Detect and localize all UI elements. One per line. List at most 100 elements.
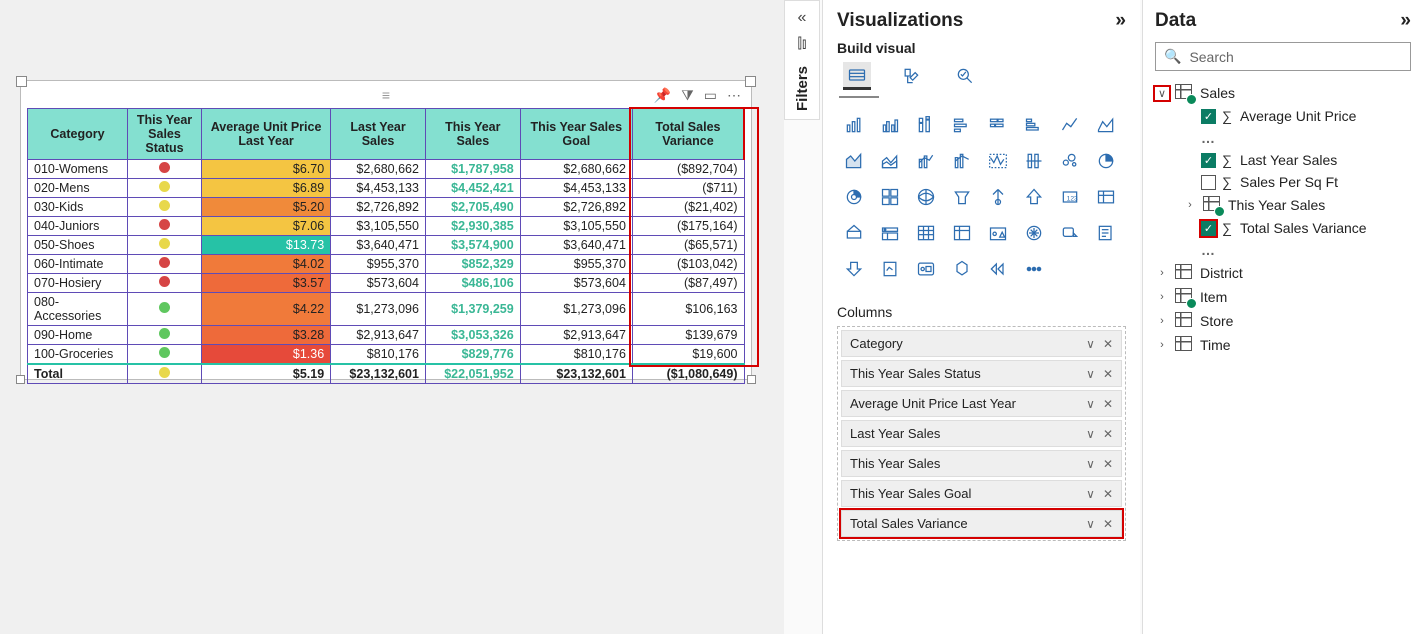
viz-type-button[interactable] <box>1053 144 1087 178</box>
chevron-down-icon[interactable]: ∨ <box>1086 517 1095 531</box>
chevron-right-icon[interactable]: › <box>1155 315 1169 327</box>
table-row[interactable]: 040-Juniors$7.06$3,105,550$2,930,385$3,1… <box>28 216 745 235</box>
table-district[interactable]: › District <box>1155 261 1411 285</box>
table-row[interactable]: 070-Hosiery$3.57$573,604$486,106$573,604… <box>28 273 745 292</box>
chevron-down-icon[interactable]: ∨ <box>1086 337 1095 351</box>
viz-type-button[interactable] <box>1053 216 1087 250</box>
checkbox-icon[interactable]: ✓ <box>1201 109 1216 124</box>
viz-type-button[interactable] <box>873 252 907 286</box>
viz-type-button[interactable] <box>837 180 871 214</box>
chevron-down-icon[interactable]: ∨ <box>1086 367 1095 381</box>
report-canvas[interactable]: ≡ 📌 ⧩ ▭ ⋯ Category This Year Sales Statu… <box>0 0 784 634</box>
search-input[interactable]: 🔍 Search <box>1155 42 1411 71</box>
checkbox-icon[interactable] <box>1201 175 1216 190</box>
more-icon[interactable]: … <box>1155 127 1411 149</box>
viz-type-button[interactable] <box>945 216 979 250</box>
field-pill[interactable]: Category ∨ ✕ <box>841 330 1122 357</box>
filters-pane-collapsed[interactable]: « ⫿⫾ Filters <box>784 0 820 120</box>
viz-type-button[interactable] <box>873 108 907 142</box>
remove-field-icon[interactable]: ✕ <box>1103 457 1113 471</box>
viz-type-button[interactable] <box>909 252 943 286</box>
viz-type-button[interactable] <box>873 216 907 250</box>
focus-icon[interactable]: ▭ <box>704 87 717 104</box>
viz-type-button[interactable] <box>909 180 943 214</box>
filter-icon[interactable]: ⧩ <box>681 87 694 104</box>
viz-type-button[interactable] <box>1017 144 1051 178</box>
checkbox-icon[interactable]: ✓ <box>1201 221 1216 236</box>
chevron-down-icon[interactable]: ∨ <box>1155 87 1169 100</box>
viz-type-button[interactable] <box>981 180 1015 214</box>
table-store[interactable]: › Store <box>1155 309 1411 333</box>
remove-field-icon[interactable]: ✕ <box>1103 337 1113 351</box>
viz-type-button[interactable] <box>1017 180 1051 214</box>
drag-handle-icon[interactable]: ≡ <box>382 87 390 103</box>
table-time[interactable]: › Time <box>1155 333 1411 357</box>
more-icon[interactable]: … <box>1155 239 1411 261</box>
collapse-viz-icon[interactable]: » <box>1115 10 1126 32</box>
viz-type-button[interactable] <box>945 252 979 286</box>
build-tab-fields[interactable] <box>843 62 871 90</box>
field-average-unit-price[interactable]: ✓ Average Unit Price <box>1155 105 1411 127</box>
chevron-right-icon[interactable]: › <box>1155 339 1169 351</box>
table-visual-container[interactable]: ≡ 📌 ⧩ ▭ ⋯ Category This Year Sales Statu… <box>20 80 752 380</box>
col-header[interactable]: Last Year Sales <box>331 108 426 159</box>
table-sales[interactable]: ∨ Sales <box>1155 81 1411 105</box>
chevron-down-icon[interactable]: ∨ <box>1086 487 1095 501</box>
field-pill[interactable]: Average Unit Price Last Year ∨ ✕ <box>841 390 1122 417</box>
table-row[interactable]: 050-Shoes$13.73$3,640,471$3,574,900$3,64… <box>28 235 745 254</box>
viz-type-button[interactable] <box>945 180 979 214</box>
remove-field-icon[interactable]: ✕ <box>1103 397 1113 411</box>
field-pill[interactable]: Last Year Sales ∨ ✕ <box>841 420 1122 447</box>
viz-type-button[interactable] <box>1017 216 1051 250</box>
viz-type-button[interactable]: 123 <box>1053 180 1087 214</box>
viz-type-button[interactable] <box>1017 252 1051 286</box>
table-row[interactable]: 100-Groceries$1.36$810,176$829,776$810,1… <box>28 344 745 364</box>
pin-icon[interactable]: 📌 <box>654 87 671 104</box>
field-sales-per-sq-ft[interactable]: Sales Per Sq Ft <box>1155 171 1411 193</box>
checkbox-icon[interactable]: ✓ <box>1201 153 1216 168</box>
field-pill[interactable]: This Year Sales ∨ ✕ <box>841 450 1122 477</box>
viz-type-button[interactable] <box>837 252 871 286</box>
field-total-sales-variance[interactable]: ✓ Total Sales Variance <box>1155 217 1411 239</box>
viz-type-button[interactable] <box>909 108 943 142</box>
chevron-right-icon[interactable]: › <box>1183 199 1197 211</box>
viz-type-button[interactable] <box>837 108 871 142</box>
expand-filters-icon[interactable]: « <box>798 9 807 27</box>
remove-field-icon[interactable]: ✕ <box>1103 427 1113 441</box>
field-this-year-sales[interactable]: › This Year Sales <box>1155 193 1411 217</box>
remove-field-icon[interactable]: ✕ <box>1103 517 1113 531</box>
col-header[interactable]: Total Sales Variance <box>632 108 744 159</box>
col-header[interactable]: This Year Sales Goal <box>520 108 632 159</box>
table-row[interactable]: 020-Mens$6.89$4,453,133$4,452,421$4,453,… <box>28 178 745 197</box>
table-row[interactable]: 090-Home$3.28$2,913,647$3,053,326$2,913,… <box>28 325 745 344</box>
build-tab-analytics[interactable] <box>951 62 979 90</box>
viz-type-button[interactable] <box>1089 180 1123 214</box>
viz-type-button[interactable] <box>1089 216 1123 250</box>
more-icon[interactable]: ⋯ <box>727 87 741 104</box>
col-header[interactable]: Average Unit Price Last Year <box>202 108 331 159</box>
col-header[interactable]: This Year Sales Status <box>128 108 202 159</box>
viz-type-button[interactable] <box>981 144 1015 178</box>
field-pill[interactable]: This Year Sales Goal ∨ ✕ <box>841 480 1122 507</box>
collapse-data-icon[interactable]: » <box>1400 10 1411 32</box>
table-row[interactable]: 080-Accessories$4.22$1,273,096$1,379,259… <box>28 292 745 325</box>
table-row[interactable]: 010-Womens$6.70$2,680,662$1,787,958$2,68… <box>28 159 745 178</box>
viz-type-button[interactable] <box>837 144 871 178</box>
field-pill[interactable]: Total Sales Variance ∨ ✕ <box>841 510 1122 537</box>
viz-type-button[interactable] <box>1017 108 1051 142</box>
viz-type-button[interactable] <box>909 144 943 178</box>
chevron-down-icon[interactable]: ∨ <box>1086 397 1095 411</box>
viz-type-button[interactable] <box>1089 108 1123 142</box>
viz-type-button[interactable] <box>945 108 979 142</box>
viz-type-button[interactable] <box>981 216 1015 250</box>
remove-field-icon[interactable]: ✕ <box>1103 367 1113 381</box>
table-row[interactable]: 060-Intimate$4.02$955,370$852,329$955,37… <box>28 254 745 273</box>
viz-type-button[interactable] <box>873 180 907 214</box>
viz-type-button[interactable] <box>1053 108 1087 142</box>
chevron-down-icon[interactable]: ∨ <box>1086 457 1095 471</box>
viz-type-button[interactable] <box>909 216 943 250</box>
remove-field-icon[interactable]: ✕ <box>1103 487 1113 501</box>
viz-type-button[interactable] <box>981 252 1015 286</box>
chevron-right-icon[interactable]: › <box>1155 291 1169 303</box>
viz-type-button[interactable] <box>981 108 1015 142</box>
